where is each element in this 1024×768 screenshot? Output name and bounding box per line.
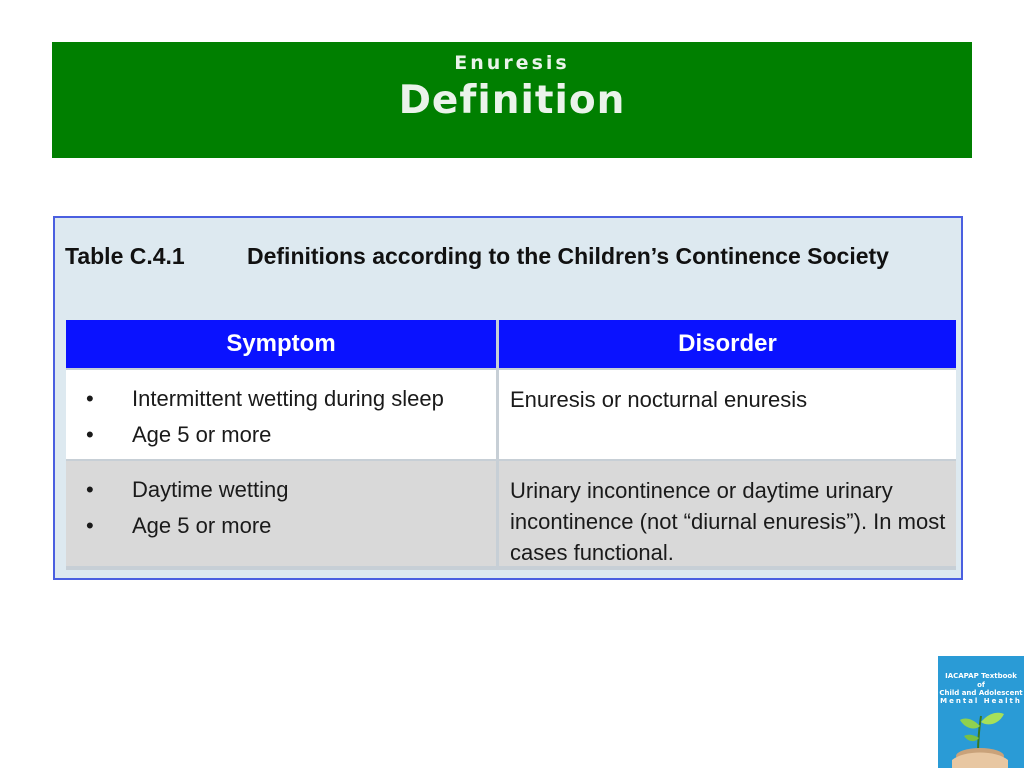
table-row-1-disorder: Enuresis or nocturnal enuresis <box>499 370 956 459</box>
table-row-2-disorder: Urinary incontinence or daytime urinary … <box>499 461 956 566</box>
symptom-text: Intermittent wetting during sleep <box>132 386 444 411</box>
textbook-cover-logo: IACAPAP Textbook of Child and Adolescent… <box>938 656 1024 768</box>
definitions-table: Symptom Disorder • Intermittent wetting d… <box>66 320 956 570</box>
table-row-2-symptoms: • Daytime wetting • Age 5 or more <box>66 461 496 566</box>
bullet-icon: • <box>86 513 94 538</box>
list-item: • Age 5 or more <box>66 418 496 454</box>
symptom-text: Daytime wetting <box>132 477 289 502</box>
table-caption-text: Definitions according to the Children’s … <box>247 243 889 269</box>
bullet-icon: • <box>86 477 94 502</box>
definitions-table-panel: Table C.4.1 Definitions according to the … <box>53 216 963 580</box>
symptom-text: Age 5 or more <box>132 513 272 538</box>
title-banner: Enuresis Definition <box>52 42 972 158</box>
plant-in-hands-icon <box>938 704 1024 768</box>
list-item: • Age 5 or more <box>66 509 496 545</box>
column-header-symptom: Symptom <box>66 320 496 368</box>
bullet-icon: • <box>86 386 94 411</box>
slide-title: Definition <box>398 78 626 123</box>
bullet-icon: • <box>86 422 94 447</box>
table-caption-number: Table C.4.1 <box>65 243 185 269</box>
table-caption: Table C.4.1 Definitions according to the … <box>65 242 945 271</box>
list-item: • Daytime wetting <box>66 473 496 509</box>
column-header-disorder: Disorder <box>499 320 956 368</box>
list-item: • Intermittent wetting during sleep <box>66 382 496 418</box>
symptom-text: Age 5 or more <box>132 422 272 447</box>
slide-subtitle: Enuresis <box>454 52 570 74</box>
book-title-line: IACAPAP Textbook <box>945 672 1017 680</box>
table-row-1-symptoms: • Intermittent wetting during sleep • Age … <box>66 370 496 459</box>
